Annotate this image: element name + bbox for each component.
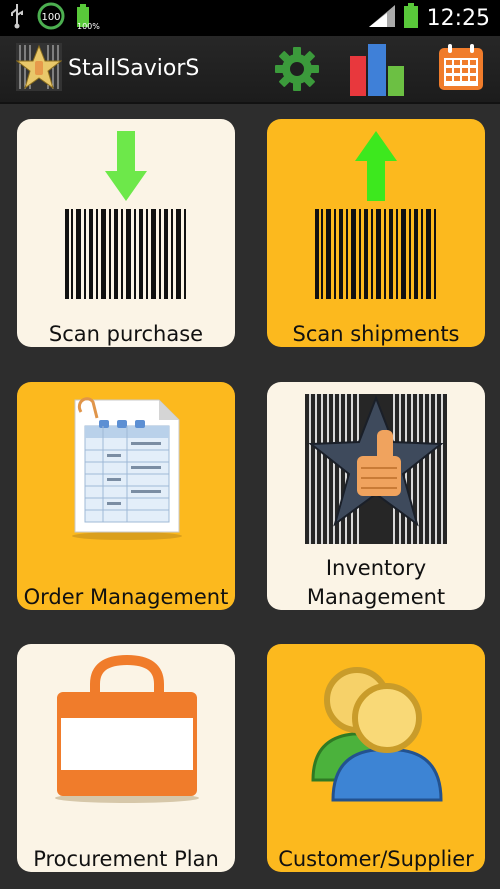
- reports-button[interactable]: [346, 42, 410, 96]
- star-logo-icon[interactable]: [15, 43, 63, 91]
- gear-icon: [275, 47, 319, 91]
- barcode-down-arrow-icon: [65, 131, 186, 299]
- people-icon: [311, 667, 443, 802]
- sync-icon: 100: [36, 1, 66, 35]
- scan-purchase-tile[interactable]: Scan purchase: [17, 119, 235, 347]
- order-management-tile[interactable]: Order Management: [17, 382, 235, 610]
- calendar-icon: [439, 44, 483, 90]
- tile-label: Customer/Supplier: [278, 847, 474, 871]
- tile-label: Order Management: [23, 585, 229, 609]
- battery-percent-text: 100%: [77, 22, 100, 31]
- inventory-management-tile[interactable]: Inventory Management: [267, 382, 485, 610]
- bar-chart-icon: [350, 44, 404, 96]
- scan-shipments-tile[interactable]: Scan shipments: [267, 119, 485, 347]
- action-bar: StallSaviorS: [0, 36, 500, 104]
- tile-label-line2: Management: [306, 585, 446, 609]
- usb-icon: [8, 3, 26, 33]
- signal-icon: [368, 5, 395, 31]
- tile-label-line1: Inventory: [325, 556, 427, 580]
- battery-icon: [403, 3, 419, 33]
- shopping-bag-icon: [55, 654, 199, 803]
- settings-button[interactable]: [270, 42, 324, 96]
- tile-label: Scan purchase: [48, 322, 204, 346]
- tile-label: Scan shipments: [292, 322, 460, 346]
- customer-supplier-tile[interactable]: Customer/Supplier: [267, 644, 485, 872]
- spreadsheet-document-icon: [72, 397, 182, 540]
- barcode-star-thumb-icon: [305, 394, 447, 544]
- procurement-plan-tile[interactable]: Procurement Plan: [17, 644, 235, 872]
- app-title: StallSaviorS: [68, 56, 200, 81]
- sync-badge-text: 100: [41, 12, 60, 23]
- clock: 12:25: [426, 5, 490, 31]
- barcode-up-arrow-icon: [315, 131, 436, 299]
- tile-label: Procurement Plan: [33, 847, 219, 871]
- status-bar: 100 100% 12:25: [0, 0, 500, 36]
- calendar-button[interactable]: [436, 42, 490, 96]
